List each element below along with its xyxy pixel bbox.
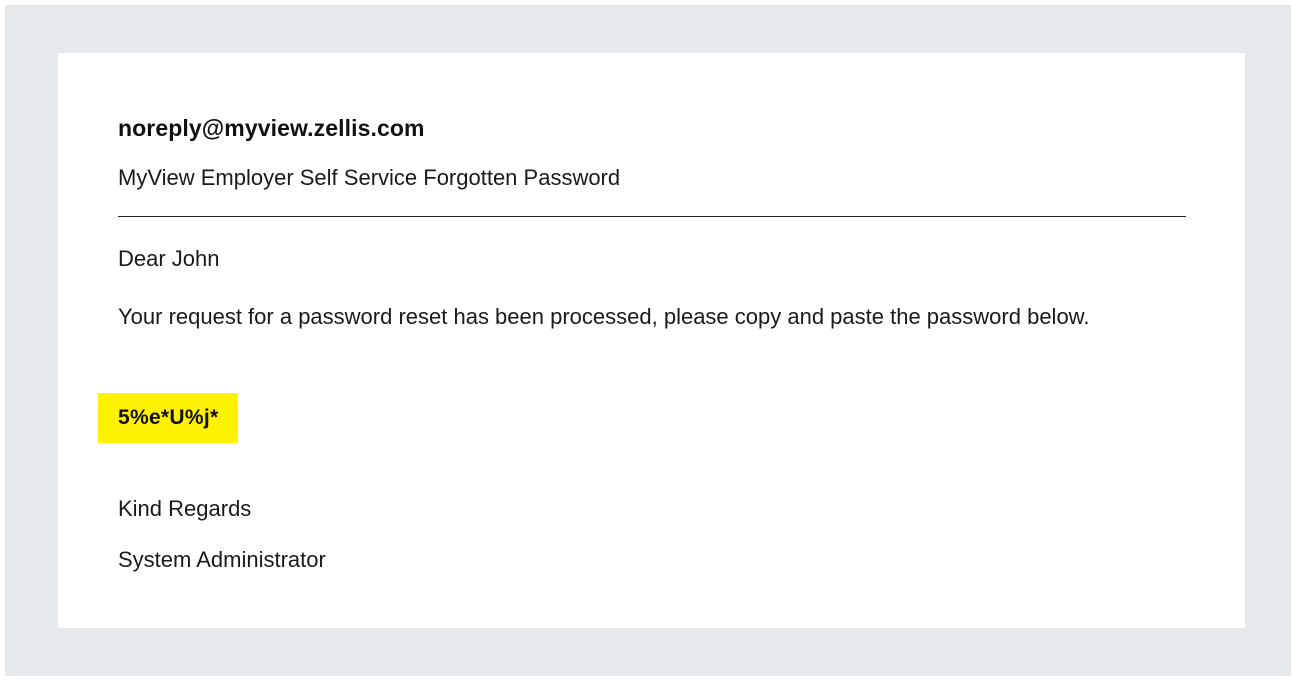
- email-signoff: Kind Regards: [118, 496, 252, 521]
- email-body: Your request for a password reset has be…: [118, 304, 1090, 329]
- password-highlight[interactable]: 5%e*U%j*: [98, 393, 239, 443]
- email-card: noreply@myview.zellis.com MyView Employe…: [58, 53, 1245, 628]
- email-preview-background: noreply@myview.zellis.com MyView Employe…: [5, 5, 1291, 676]
- email-subject: MyView Employer Self Service Forgotten P…: [118, 165, 621, 190]
- email-sender: noreply@myview.zellis.com: [118, 115, 425, 141]
- header-divider: [118, 216, 1186, 217]
- email-greeting: Dear John: [118, 246, 220, 271]
- email-signature: System Administrator: [118, 547, 326, 572]
